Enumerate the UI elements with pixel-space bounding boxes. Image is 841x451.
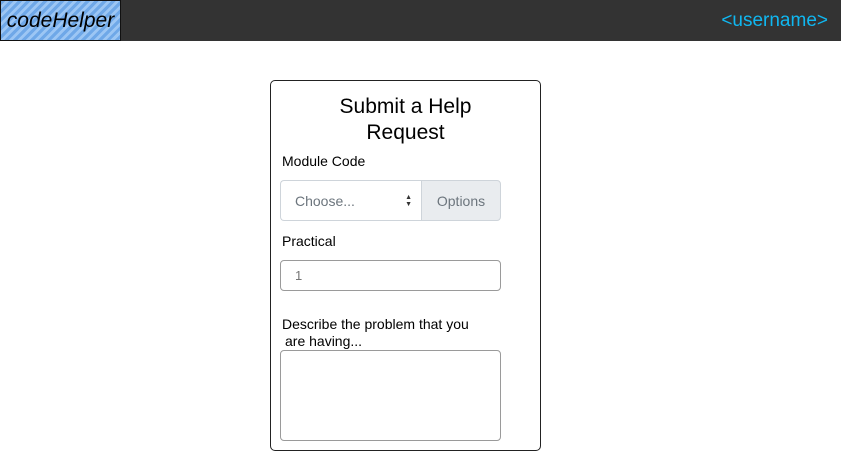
select-arrows-icon: ▲ ▼ [405, 194, 412, 208]
description-label-line1: Describe the problem that you [282, 316, 469, 332]
practical-input[interactable] [280, 260, 501, 291]
description-textarea[interactable] [280, 350, 501, 441]
module-code-label: Module Code [282, 153, 366, 169]
description-label: Describe the problem that you are having… [282, 316, 482, 350]
username-link[interactable]: <username> [721, 0, 828, 41]
module-code-group: Choose... ▲ ▼ Options [280, 180, 501, 221]
top-navbar: codeHelper <username> [0, 0, 841, 41]
help-request-form: Submit a Help Request Module Code Choose… [270, 80, 541, 451]
form-title: Submit a Help Request [271, 94, 540, 146]
form-title-line1: Submit a Help [339, 95, 472, 118]
module-code-select-value: Choose... [295, 192, 355, 209]
options-addon: Options [421, 180, 501, 221]
practical-label: Practical [282, 233, 336, 249]
form-title-line2: Request [366, 121, 445, 144]
description-label-line2: are having... [285, 333, 363, 349]
module-code-select[interactable]: Choose... ▲ ▼ [280, 180, 421, 221]
app-logo[interactable]: codeHelper [0, 0, 121, 41]
